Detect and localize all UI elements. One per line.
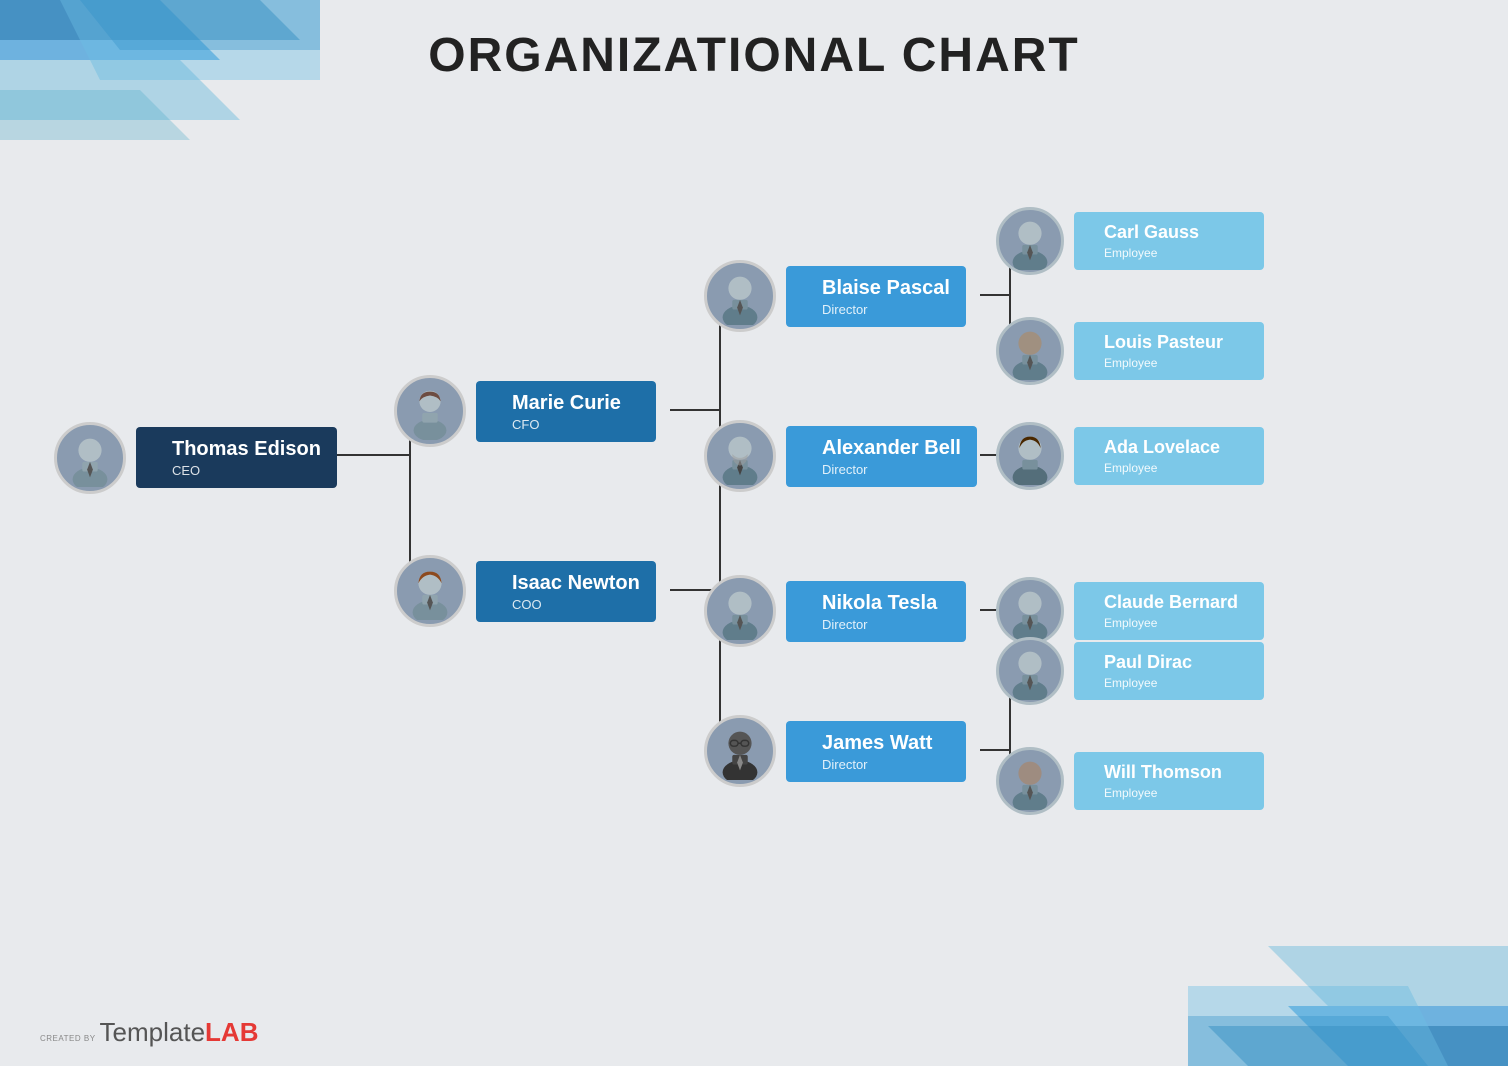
emp2-avatar bbox=[996, 317, 1064, 385]
emp5-avatar bbox=[996, 637, 1064, 705]
dir1-node: Blaise Pascal Director bbox=[740, 260, 1000, 332]
ceo-avatar bbox=[54, 422, 126, 494]
emp6-node: Will Thomson Employee bbox=[1030, 747, 1270, 815]
watermark-created-by: CREATED BY bbox=[40, 1034, 96, 1043]
emp4-avatar bbox=[996, 577, 1064, 645]
dir2-role: Director bbox=[822, 462, 961, 477]
dir4-name: James Watt bbox=[822, 731, 950, 755]
dir3-name: Nikola Tesla bbox=[822, 591, 950, 615]
cfo-node: Marie Curie CFO bbox=[430, 375, 690, 447]
emp6-body: Will Thomson Employee bbox=[1074, 752, 1264, 810]
emp3-avatar bbox=[996, 422, 1064, 490]
coo-avatar bbox=[394, 555, 466, 627]
dir1-body: Blaise Pascal Director bbox=[786, 266, 966, 327]
emp4-node: Claude Bernard Employee bbox=[1030, 577, 1270, 645]
coo-name: Isaac Newton bbox=[512, 571, 640, 595]
ceo-body: Thomas Edison CEO bbox=[136, 427, 337, 488]
dir3-role: Director bbox=[822, 617, 950, 632]
dir4-node: James Watt Director bbox=[740, 715, 1000, 787]
dir4-body: James Watt Director bbox=[786, 721, 966, 782]
emp4-body: Claude Bernard Employee bbox=[1074, 582, 1264, 640]
watermark-brand2: LAB bbox=[205, 1017, 258, 1048]
ceo-name: Thomas Edison bbox=[172, 437, 321, 461]
coo-body: Isaac Newton COO bbox=[476, 561, 656, 622]
dir4-role: Director bbox=[822, 757, 950, 772]
emp5-body: Paul Dirac Employee bbox=[1074, 642, 1264, 700]
cfo-avatar bbox=[394, 375, 466, 447]
ceo-node: Thomas Edison CEO bbox=[90, 420, 370, 495]
emp6-avatar bbox=[996, 747, 1064, 815]
emp1-node: Carl Gauss Employee bbox=[1030, 207, 1270, 275]
emp5-node: Paul Dirac Employee bbox=[1030, 637, 1270, 705]
dir4-avatar bbox=[704, 715, 776, 787]
coo-node: Isaac Newton COO bbox=[430, 555, 690, 627]
emp4-role: Employee bbox=[1104, 616, 1244, 630]
dir2-name: Alexander Bell bbox=[822, 436, 961, 460]
emp2-name: Louis Pasteur bbox=[1104, 332, 1244, 354]
emp3-node: Ada Lovelace Employee bbox=[1030, 422, 1270, 490]
emp1-role: Employee bbox=[1104, 246, 1244, 260]
dir3-avatar bbox=[704, 575, 776, 647]
emp1-body: Carl Gauss Employee bbox=[1074, 212, 1264, 270]
ceo-role: CEO bbox=[172, 463, 321, 478]
emp2-node: Louis Pasteur Employee bbox=[1030, 317, 1270, 385]
cfo-name: Marie Curie bbox=[512, 391, 640, 415]
emp2-role: Employee bbox=[1104, 356, 1244, 370]
coo-role: COO bbox=[512, 597, 640, 612]
watermark-brand1: Template bbox=[100, 1017, 206, 1048]
dir1-role: Director bbox=[822, 302, 950, 317]
dir2-node: Alexander Bell Director bbox=[740, 420, 1000, 492]
emp2-body: Louis Pasteur Employee bbox=[1074, 322, 1264, 380]
dir2-body: Alexander Bell Director bbox=[786, 426, 977, 487]
emp3-body: Ada Lovelace Employee bbox=[1074, 427, 1264, 485]
emp3-role: Employee bbox=[1104, 461, 1244, 475]
dir3-node: Nikola Tesla Director bbox=[740, 575, 1000, 647]
dir3-body: Nikola Tesla Director bbox=[786, 581, 966, 642]
emp6-role: Employee bbox=[1104, 786, 1244, 800]
chart-area: Thomas Edison CEO Marie Curie CFO bbox=[40, 100, 1488, 986]
emp1-name: Carl Gauss bbox=[1104, 222, 1244, 244]
emp3-name: Ada Lovelace bbox=[1104, 437, 1244, 459]
dir1-name: Blaise Pascal bbox=[822, 276, 950, 300]
dir1-avatar bbox=[704, 260, 776, 332]
emp4-name: Claude Bernard bbox=[1104, 592, 1244, 614]
watermark: CREATED BY TemplateLAB bbox=[40, 1017, 258, 1048]
cfo-body: Marie Curie CFO bbox=[476, 381, 656, 442]
emp5-name: Paul Dirac bbox=[1104, 652, 1244, 674]
emp1-avatar bbox=[996, 207, 1064, 275]
page-title: ORGANIZATIONAL CHART bbox=[0, 28, 1508, 83]
dir2-avatar bbox=[704, 420, 776, 492]
emp6-name: Will Thomson bbox=[1104, 762, 1244, 784]
emp5-role: Employee bbox=[1104, 676, 1244, 690]
cfo-role: CFO bbox=[512, 417, 640, 432]
